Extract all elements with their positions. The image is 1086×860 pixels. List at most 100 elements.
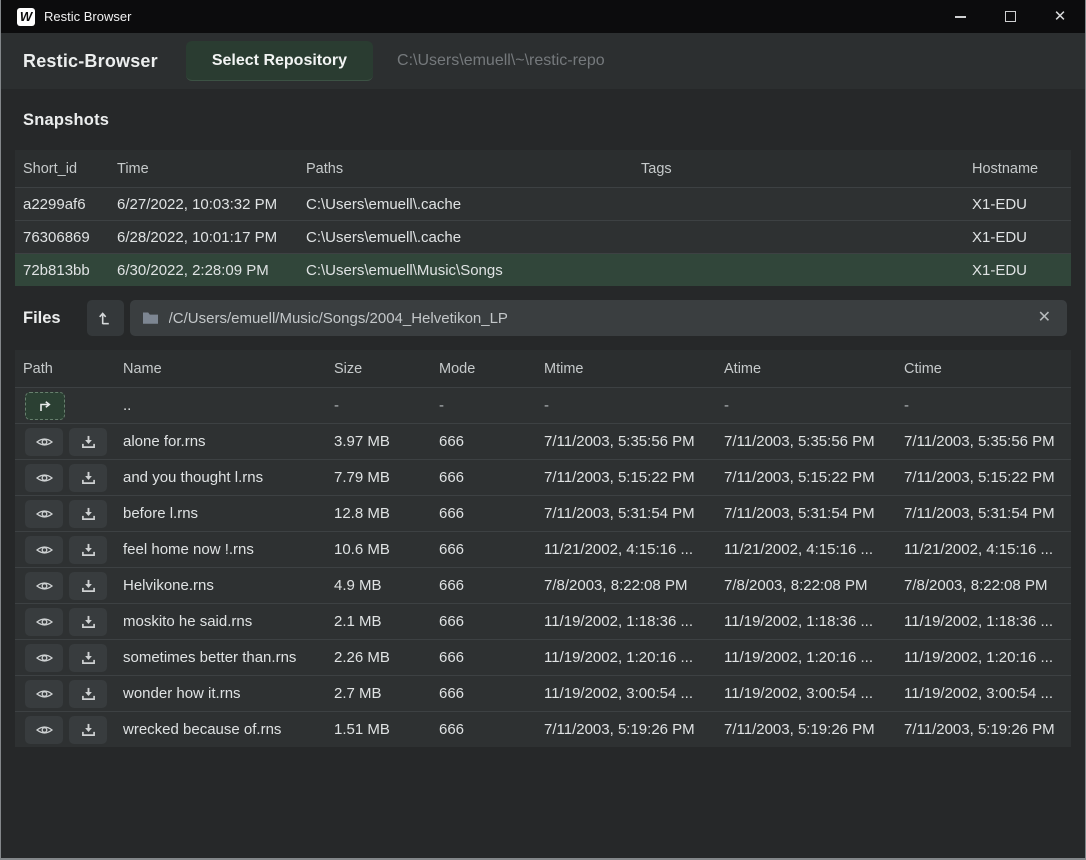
- download-icon: [81, 687, 96, 701]
- file-atime: 7/11/2003, 5:15:22 PM: [716, 460, 896, 495]
- file-size: 10.6 MB: [326, 532, 431, 567]
- titlebar: W Restic Browser ✕: [1, 0, 1085, 33]
- maximize-button[interactable]: [985, 0, 1035, 33]
- file-size: 4.9 MB: [326, 568, 431, 603]
- download-icon: [81, 435, 96, 449]
- snapshot-paths: C:\Users\emuell\.cache: [298, 188, 633, 220]
- eye-icon: [36, 652, 53, 664]
- file-size: 1.51 MB: [326, 712, 431, 747]
- clear-icon: ✕: [1038, 309, 1051, 326]
- file-ctime: 7/11/2003, 5:35:56 PM: [896, 424, 1071, 459]
- close-button[interactable]: ✕: [1035, 0, 1085, 33]
- snapshot-paths: C:\Users\emuell\Music\Songs: [298, 254, 633, 286]
- download-file-button[interactable]: [69, 644, 107, 672]
- download-icon: [81, 651, 96, 665]
- minimize-icon: [955, 16, 966, 18]
- file-ctime: 7/11/2003, 5:31:54 PM: [896, 496, 1071, 531]
- snapshot-time: 6/30/2022, 2:28:09 PM: [109, 254, 298, 286]
- window-controls: ✕: [935, 0, 1085, 33]
- download-file-button[interactable]: [69, 536, 107, 564]
- files-table-header: Path Name Size Mode Mtime Atime Ctime: [15, 350, 1071, 387]
- download-file-button[interactable]: [69, 428, 107, 456]
- parent-directory-icon: [37, 399, 53, 412]
- snapshot-short-id: a2299af6: [15, 188, 109, 220]
- download-icon: [81, 507, 96, 521]
- file-mode: 666: [431, 532, 536, 567]
- go-to-parent-button[interactable]: [25, 392, 65, 420]
- file-mtime: 7/8/2003, 8:22:08 PM: [536, 568, 716, 603]
- view-file-button[interactable]: [25, 608, 63, 636]
- view-file-button[interactable]: [25, 716, 63, 744]
- view-file-button[interactable]: [25, 644, 63, 672]
- view-file-button[interactable]: [25, 428, 63, 456]
- view-file-button[interactable]: [25, 500, 63, 528]
- file-mtime: 7/11/2003, 5:35:56 PM: [536, 424, 716, 459]
- up-one-level-button[interactable]: [87, 300, 124, 336]
- download-file-button[interactable]: [69, 608, 107, 636]
- eye-icon: [36, 544, 53, 556]
- snapshot-row-selected[interactable]: 72b813bb 6/30/2022, 2:28:09 PM C:\Users\…: [15, 253, 1071, 286]
- clear-path-button[interactable]: ✕: [1034, 308, 1055, 328]
- app-window: W Restic Browser ✕ Restic-Browser Select…: [0, 0, 1086, 860]
- column-header-size: Size: [326, 350, 431, 387]
- file-name: before l.rns: [115, 496, 326, 531]
- download-file-button[interactable]: [69, 572, 107, 600]
- files-toolbar: Files /C/Users/emuell/Music/Songs/2004_H…: [1, 286, 1085, 350]
- file-size: -: [326, 388, 431, 423]
- file-atime: 7/8/2003, 8:22:08 PM: [716, 568, 896, 603]
- close-icon: ✕: [1054, 9, 1067, 24]
- download-file-button[interactable]: [69, 680, 107, 708]
- up-level-icon: [98, 311, 113, 326]
- snapshot-row[interactable]: 76306869 6/28/2022, 10:01:17 PM C:\Users…: [15, 220, 1071, 253]
- eye-icon: [36, 616, 53, 628]
- column-header-ctime: Ctime: [896, 350, 1071, 387]
- file-row: and you thought l.rns 7.79 MB 666 7/11/2…: [15, 459, 1071, 495]
- file-mtime: 7/11/2003, 5:31:54 PM: [536, 496, 716, 531]
- download-file-button[interactable]: [69, 500, 107, 528]
- download-icon: [81, 471, 96, 485]
- download-file-button[interactable]: [69, 464, 107, 492]
- snapshot-hostname: X1-EDU: [964, 221, 1071, 253]
- current-path-field[interactable]: /C/Users/emuell/Music/Songs/2004_Helveti…: [130, 300, 1067, 336]
- file-name: alone for.rns: [115, 424, 326, 459]
- snapshot-short-id: 76306869: [15, 221, 109, 253]
- column-header-hostname: Hostname: [964, 150, 1071, 187]
- view-file-button[interactable]: [25, 464, 63, 492]
- file-atime: 11/21/2002, 4:15:16 ...: [716, 532, 896, 567]
- eye-icon: [36, 472, 53, 484]
- file-mode: 666: [431, 604, 536, 639]
- file-ctime: 7/11/2003, 5:19:26 PM: [896, 712, 1071, 747]
- file-ctime: 7/8/2003, 8:22:08 PM: [896, 568, 1071, 603]
- file-row: sometimes better than.rns 2.26 MB 666 11…: [15, 639, 1071, 675]
- file-name: ..: [115, 388, 326, 423]
- download-file-button[interactable]: [69, 716, 107, 744]
- file-atime: 11/19/2002, 1:18:36 ...: [716, 604, 896, 639]
- snapshot-short-id: 72b813bb: [15, 254, 109, 286]
- file-mtime: 11/19/2002, 3:00:54 ...: [536, 676, 716, 711]
- view-file-button[interactable]: [25, 536, 63, 564]
- column-header-path: Path: [15, 350, 115, 387]
- header-bar: Restic-Browser Select Repository C:\User…: [1, 33, 1085, 89]
- file-name: Helvikone.rns: [115, 568, 326, 603]
- snapshot-tags: [633, 221, 964, 253]
- select-repository-button[interactable]: Select Repository: [186, 41, 373, 81]
- files-table: Path Name Size Mode Mtime Atime Ctime: [15, 350, 1071, 747]
- view-file-button[interactable]: [25, 572, 63, 600]
- snapshot-paths: C:\Users\emuell\.cache: [298, 221, 633, 253]
- snapshot-hostname: X1-EDU: [964, 188, 1071, 220]
- download-icon: [81, 615, 96, 629]
- snapshot-row[interactable]: a2299af6 6/27/2022, 10:03:32 PM C:\Users…: [15, 187, 1071, 220]
- window-title: Restic Browser: [44, 9, 131, 24]
- file-ctime: 11/21/2002, 4:15:16 ...: [896, 532, 1071, 567]
- eye-icon: [36, 724, 53, 736]
- app-title: Restic-Browser: [23, 51, 158, 72]
- eye-icon: [36, 580, 53, 592]
- download-icon: [81, 543, 96, 557]
- file-mtime: -: [536, 388, 716, 423]
- file-row: Helvikone.rns 4.9 MB 666 7/8/2003, 8:22:…: [15, 567, 1071, 603]
- file-mtime: 11/21/2002, 4:15:16 ...: [536, 532, 716, 567]
- minimize-button[interactable]: [935, 0, 985, 33]
- file-row: moskito he said.rns 2.1 MB 666 11/19/200…: [15, 603, 1071, 639]
- view-file-button[interactable]: [25, 680, 63, 708]
- file-ctime: -: [896, 388, 1071, 423]
